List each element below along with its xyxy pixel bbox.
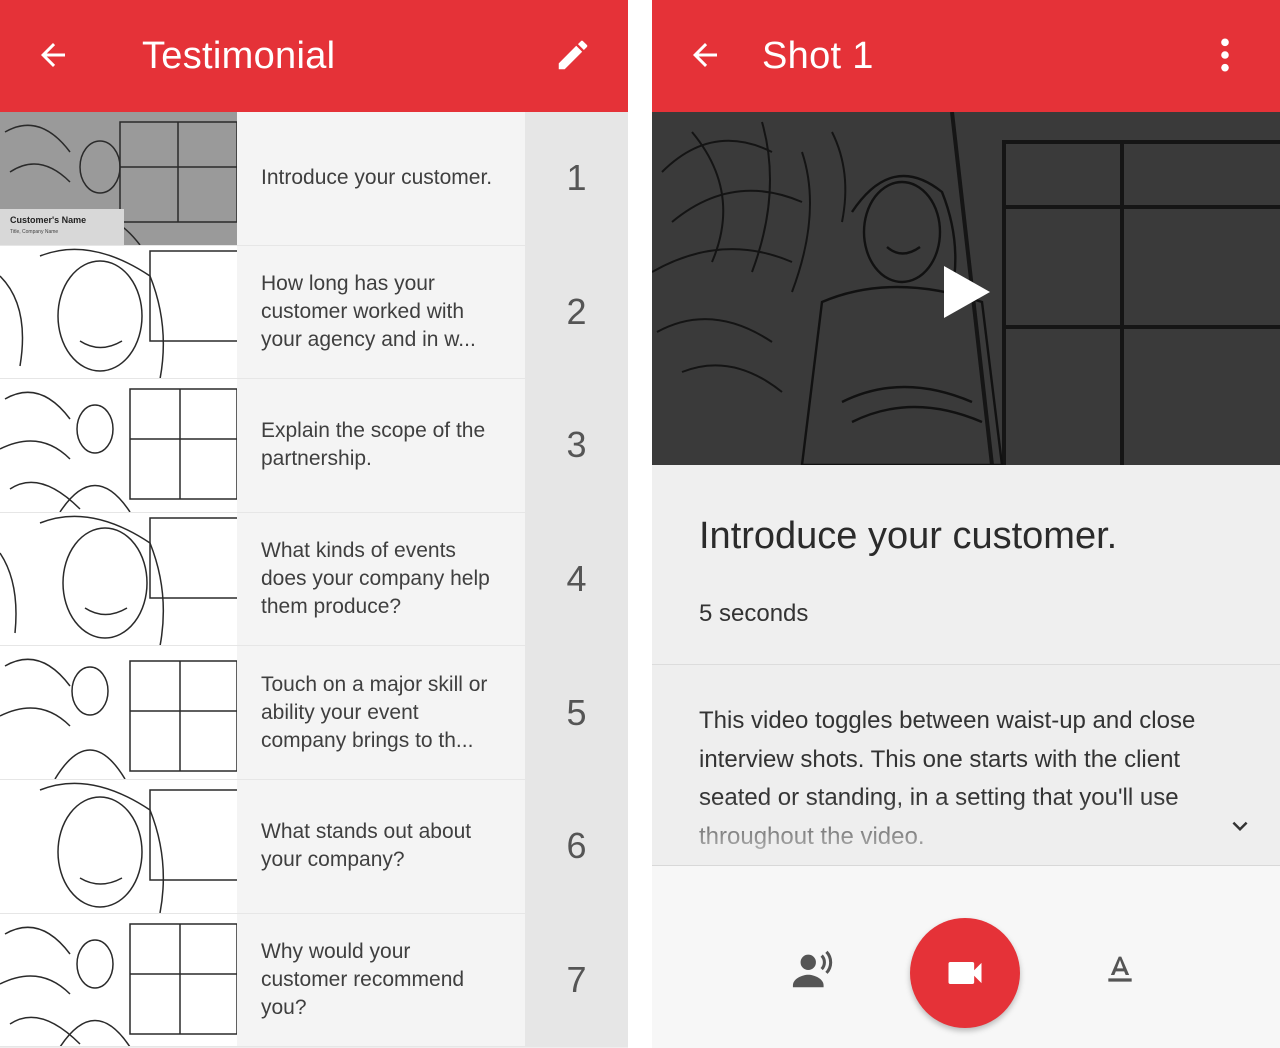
shot-prompt-text: What kinds of events does your company h… [261,539,490,619]
video-camera-icon [948,962,982,984]
pencil-icon [558,40,588,70]
shot-prompt: What kinds of events does your company h… [237,512,525,646]
shot-number: 1 [525,112,628,245]
shot-number: 7 [525,913,628,1047]
shot-prompt: Touch on a major skill or ability your e… [237,646,525,779]
voiceover-icon [792,950,833,988]
more-options-button[interactable] [1200,30,1250,80]
app-bar: Shot 1 [652,0,1280,112]
screen-title: Shot 1 [762,35,874,77]
shot-number-label: 3 [566,424,587,466]
shot-thumbnail [0,245,237,379]
shot-prompt: Explain the scope of the partnership. [237,379,525,512]
shot-prompt: Why would your customer recommend you? [237,913,525,1047]
expand-description-button[interactable] [1220,806,1260,846]
shot-prompt: What stands out about your company? [237,779,525,913]
shot-prompt-text: What stands out about your company? [261,820,472,872]
shot-row[interactable]: Why would your customer recommend you? 7 [0,913,628,1048]
shot-prompt-text: Introduce your customer. [261,166,493,190]
shot-number-label: 6 [566,825,587,867]
shot-thumbnail [0,512,237,646]
back-button[interactable] [28,30,78,80]
shot-prompt: Introduce your customer. [237,112,525,245]
shot-number: 5 [525,646,628,779]
shot-number-label: 5 [566,691,587,733]
shot-prompt: How long has your customer worked with y… [237,245,525,379]
storyboard-screen: Testimonial Customer's Name Title, Compan… [0,0,628,1048]
shot-thumbnail [0,646,237,779]
shot-row[interactable]: Touch on a major skill or ability your e… [0,646,628,780]
shot-number: 4 [525,512,628,646]
back-button[interactable] [680,30,730,80]
shot-info-card: Introduce your customer. 5 seconds [652,465,1280,665]
arrow-left-icon [41,43,65,67]
shot-prompt-text: Why would your customer recommend you? [261,939,465,1019]
shot-prompt-text: Touch on a major skill or ability your e… [261,672,488,752]
thumbnail-caption: Customer's Name [10,215,87,225]
description-fade [652,798,1280,865]
shot-number-label: 4 [566,558,587,600]
thumbnail-subcaption: Title, Company Name [10,229,59,235]
shot-thumbnail [0,779,237,913]
shot-row[interactable]: Explain the scope of the partnership. 3 [0,379,628,513]
shot-prompt-text: Explain the scope of the partnership. [261,419,486,471]
more-vertical-icon [1221,38,1229,72]
shot-prompt-text: How long has your customer worked with y… [261,271,476,351]
chevron-down-icon [1232,821,1248,831]
shot-description-card: This video toggles between waist-up and … [652,666,1280,866]
recording-toolbar [652,866,1280,1048]
arrow-left-icon [693,43,717,67]
shot-detail-screen: Shot 1 Introduce your customer. 5 second… [652,0,1280,1048]
play-button[interactable] [936,262,996,322]
shot-number-label: 7 [566,958,587,1000]
shot-thumbnail: Customer's Name Title, Company Name [0,112,237,245]
shot-list: Customer's Name Title, Company Name Introd… [0,112,628,1048]
shot-number: 3 [525,379,628,512]
voiceover-button[interactable] [786,942,842,998]
shot-number: 6 [525,779,628,913]
video-preview[interactable] [652,112,1280,465]
shot-number-label: 1 [566,157,587,199]
edit-button[interactable] [548,30,598,80]
shot-number-label: 2 [566,290,587,332]
play-icon [944,266,990,318]
record-button[interactable] [910,918,1020,1028]
shot-row[interactable]: Customer's Name Title, Company Name Introd… [0,112,628,246]
text-overlay-button[interactable] [1092,942,1148,998]
shot-row[interactable]: How long has your customer worked with y… [0,245,628,380]
shot-thumbnail [0,913,237,1047]
shot-title: Introduce your customer. [699,515,1118,557]
shot-row[interactable]: What kinds of events does your company h… [0,512,628,647]
app-bar: Testimonial [0,0,628,112]
shot-number: 2 [525,245,628,379]
shot-row[interactable]: What stands out about your company? 6 [0,779,628,914]
screen-title: Testimonial [142,35,336,77]
shot-duration: 5 seconds [699,600,809,627]
shot-thumbnail [0,379,237,512]
text-format-icon [1108,956,1132,982]
